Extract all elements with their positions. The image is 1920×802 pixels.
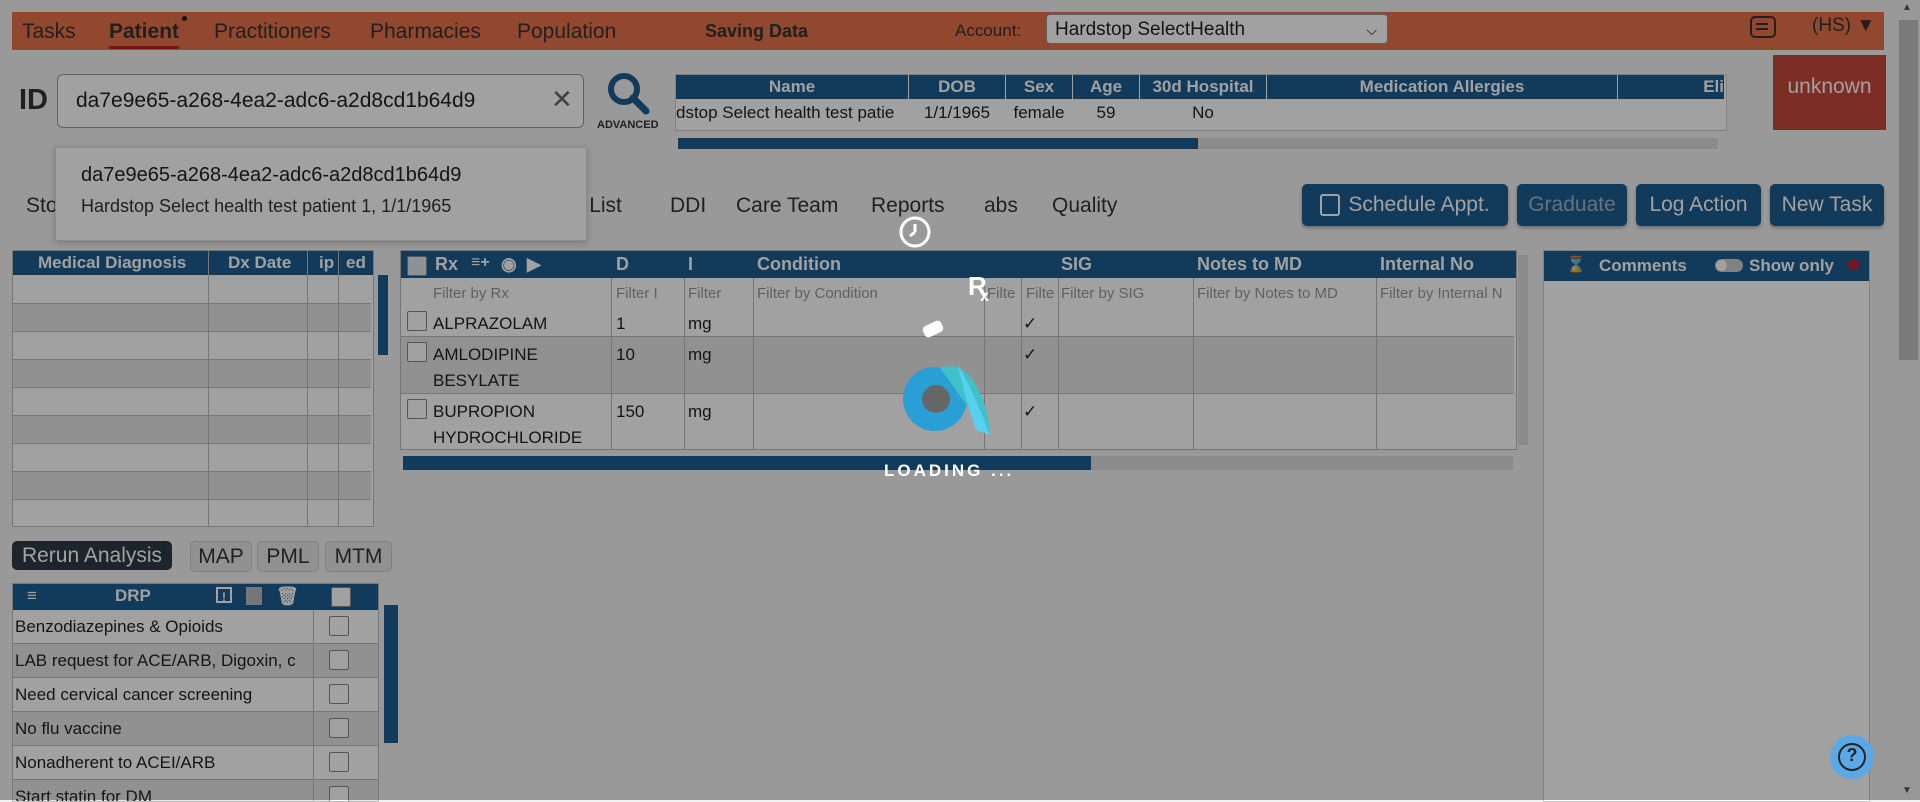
loading-logo-icon: R x [899, 216, 990, 435]
help-button[interactable]: ? [1830, 735, 1874, 779]
loading-text: LOADING ... [884, 461, 1015, 480]
svg-text:x: x [980, 288, 989, 305]
question-icon: ? [1846, 745, 1858, 765]
